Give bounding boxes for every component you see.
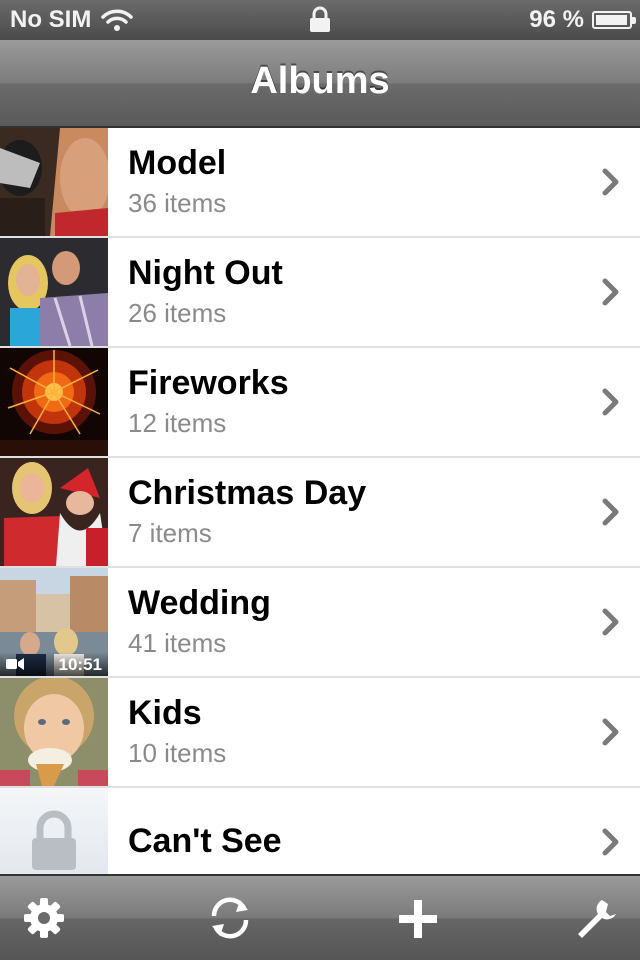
album-title: Can't See (128, 822, 282, 860)
battery-percent: 96 % (529, 6, 584, 33)
album-thumbnail-night-out (0, 238, 108, 346)
album-row-wedding[interactable]: 10:51 Wedding 41 items (0, 568, 640, 678)
album-count: 12 items (128, 408, 227, 438)
bottom-toolbar (0, 874, 640, 960)
album-row-christmas-day[interactable]: Christmas Day 7 items (0, 458, 640, 568)
album-count: 10 items (128, 738, 227, 768)
video-camera-icon (6, 658, 24, 670)
album-list[interactable]: Model 36 items Night Out 26 items Firewo… (0, 128, 640, 874)
gear-icon[interactable] (20, 894, 68, 942)
album-row-fireworks[interactable]: Fireworks 12 items (0, 348, 640, 458)
wifi-icon (101, 9, 134, 31)
album-thumbnail-christmas-day (0, 458, 108, 566)
album-thumbnail-model (0, 128, 108, 236)
album-title: Night Out (128, 254, 283, 292)
album-count: 36 items (128, 188, 227, 218)
chevron-right-icon (602, 718, 619, 746)
video-duration: 10:51 (58, 655, 102, 674)
navigation-bar: Albums (0, 40, 640, 128)
album-title: Model (128, 144, 227, 182)
status-right: 96 % (529, 6, 636, 34)
album-title: Kids (128, 694, 202, 732)
battery-icon (592, 11, 636, 29)
chevron-right-icon (602, 498, 619, 526)
refresh-icon[interactable] (206, 894, 254, 942)
album-thumbnail-wedding: 10:51 (0, 568, 108, 676)
plus-icon[interactable] (394, 894, 442, 942)
album-count: 26 items (128, 298, 227, 328)
wrench-icon[interactable] (572, 894, 620, 942)
status-bar: No SIM 96 % (0, 0, 640, 40)
page-title: Albums (250, 60, 390, 102)
album-title: Christmas Day (128, 474, 367, 512)
chevron-right-icon (602, 828, 619, 856)
album-thumbnail-locked (0, 788, 108, 874)
album-count: 7 items (128, 518, 212, 548)
chevron-right-icon (602, 168, 619, 196)
chevron-right-icon (602, 278, 619, 306)
album-thumbnail-kids (0, 678, 108, 786)
album-count: 41 items (128, 628, 227, 658)
album-row-model[interactable]: Model 36 items (0, 128, 640, 238)
carrier-label: No SIM (10, 6, 92, 33)
battery-fill (596, 15, 627, 25)
lock-icon (308, 6, 332, 34)
album-row-night-out[interactable]: Night Out 26 items (0, 238, 640, 348)
chevron-right-icon (602, 608, 619, 636)
album-title: Wedding (128, 584, 271, 622)
album-row-cant-see[interactable]: Can't See (0, 788, 640, 874)
status-left: No SIM (10, 6, 134, 34)
video-badge: 10:51 (0, 652, 108, 676)
lock-icon (32, 810, 76, 870)
album-title: Fireworks (128, 364, 289, 402)
album-thumbnail-fireworks (0, 348, 108, 456)
album-row-kids[interactable]: Kids 10 items (0, 678, 640, 788)
chevron-right-icon (602, 388, 619, 416)
